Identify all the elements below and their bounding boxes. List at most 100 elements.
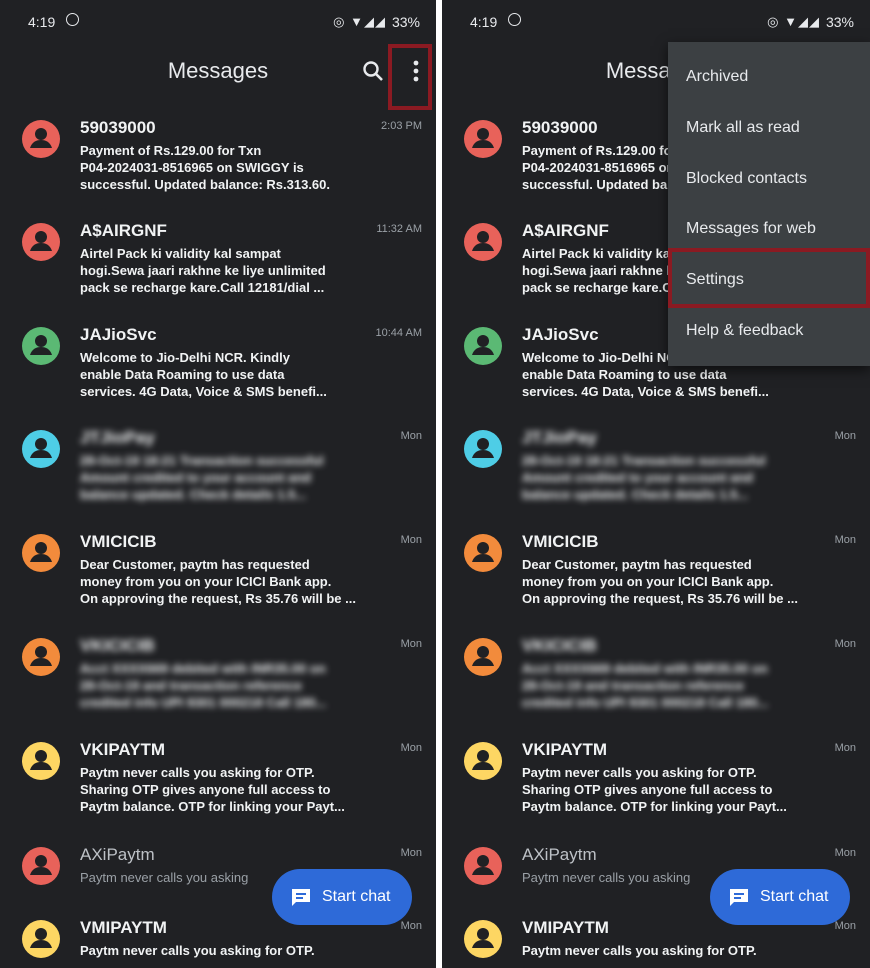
avatar[interactable] bbox=[22, 920, 60, 958]
status-bar: 4:19 ◎ ▼◢◢ 33% bbox=[0, 0, 436, 40]
message-preview: 28-Oct-19 18:21 Transaction successful A… bbox=[80, 453, 324, 502]
menu-item-messages-for-web[interactable]: Messages for web bbox=[668, 204, 870, 254]
avatar[interactable] bbox=[464, 638, 502, 676]
signal-icons: ◎ ▼◢◢ bbox=[333, 14, 386, 29]
person-icon bbox=[472, 646, 494, 666]
avatar[interactable] bbox=[22, 223, 60, 261]
message-time: Mon bbox=[400, 430, 422, 442]
sender-name: VKICICIB bbox=[80, 636, 155, 655]
message-time: Mon bbox=[834, 638, 856, 650]
avatar[interactable] bbox=[464, 847, 502, 885]
start-chat-button[interactable]: Start chat bbox=[710, 869, 850, 925]
conversation-row[interactable]: JAJioSvc 10:44 AM Welcome to Jio-Delhi NCR… bbox=[0, 315, 436, 415]
message-preview: 28-Oct-19 18:21 Transaction successful A… bbox=[522, 453, 766, 502]
message-preview: Airtel Pack ki validity kal sampat hogi.… bbox=[80, 246, 326, 295]
sender-name: VMICICIB bbox=[80, 532, 157, 551]
message-preview: Paytm never calls you asking for OTP. bbox=[522, 943, 757, 958]
avatar[interactable] bbox=[22, 534, 60, 572]
menu-item-archived[interactable]: Archived bbox=[668, 52, 870, 102]
status-time: 4:19 bbox=[28, 14, 56, 30]
person-icon bbox=[472, 128, 494, 148]
person-icon bbox=[30, 928, 52, 948]
conversation-row[interactable]: JTJioPay Mon 28-Oct-19 18:21 Transaction s… bbox=[442, 418, 870, 518]
person-icon bbox=[472, 231, 494, 251]
sender-name: JAJioSvc bbox=[522, 325, 599, 344]
message-time: 10:44 AM bbox=[375, 327, 422, 339]
message-preview: Paytm never calls you asking for OTP. Sh… bbox=[522, 765, 787, 814]
avatar[interactable] bbox=[22, 327, 60, 365]
message-time: Mon bbox=[400, 638, 422, 650]
person-icon bbox=[30, 231, 52, 251]
menu-item-help-feedback[interactable]: Help & feedback bbox=[668, 306, 870, 356]
conversation-row[interactable]: JTJioPay Mon 28-Oct-19 18:21 Transaction s… bbox=[0, 418, 436, 518]
sender-name: A$AIRGNF bbox=[522, 221, 609, 240]
message-time: Mon bbox=[400, 847, 422, 859]
sender-name: VMIPAYTM bbox=[80, 918, 167, 937]
avatar[interactable] bbox=[464, 120, 502, 158]
chat-icon bbox=[730, 889, 748, 906]
avatar[interactable] bbox=[464, 223, 502, 261]
sender-name: JTJioPay bbox=[80, 428, 155, 447]
avatar[interactable] bbox=[22, 638, 60, 676]
conversation-row[interactable]: VKICICIB Mon Acct XXXX669 debited with INR… bbox=[442, 626, 870, 726]
sender-name: JAJioSvc bbox=[80, 325, 157, 344]
avatar[interactable] bbox=[22, 847, 60, 885]
menu-item-mark-all-read[interactable]: Mark all as read bbox=[668, 103, 870, 153]
avatar[interactable] bbox=[464, 327, 502, 365]
message-time: Mon bbox=[834, 534, 856, 546]
message-preview: Acct XXXX669 debited with INR35.00 on 28… bbox=[522, 661, 769, 710]
person-icon bbox=[30, 542, 52, 562]
chat-icon bbox=[292, 889, 310, 906]
sender-name: VKIPAYTM bbox=[80, 740, 166, 759]
message-preview: Dear Customer, paytm has requested money… bbox=[80, 557, 356, 606]
message-time: 11:32 AM bbox=[376, 223, 422, 235]
start-chat-button[interactable]: Start chat bbox=[272, 869, 412, 925]
conversation-row[interactable]: A$AIRGNF 11:32 AM Airtel Pack ki validity … bbox=[0, 211, 436, 311]
person-icon bbox=[30, 855, 52, 875]
battery-level: 33% bbox=[391, 14, 420, 30]
conversation-row[interactable]: VMICICIB Mon Dear Customer, paytm has requ… bbox=[0, 522, 436, 622]
person-icon bbox=[30, 438, 52, 458]
conversation-row[interactable]: VKIPAYTM Mon Paytm never calls you asking … bbox=[0, 730, 436, 830]
sender-name: 59039000 bbox=[522, 118, 598, 137]
message-preview: Paytm never calls you asking for OTP. bbox=[80, 943, 315, 958]
conversation-row[interactable]: 59039000 2:03 PM Payment of Rs.129.00 for … bbox=[0, 108, 436, 208]
sender-name: VMIPAYTM bbox=[522, 918, 609, 937]
avatar[interactable] bbox=[22, 430, 60, 468]
person-icon bbox=[472, 750, 494, 770]
status-bar: 4:19 ◎ ▼◢◢ 33% bbox=[442, 0, 870, 40]
message-time: Mon bbox=[400, 534, 422, 546]
avatar[interactable] bbox=[22, 120, 60, 158]
start-chat-label: Start chat bbox=[760, 888, 829, 905]
message-preview: Payment of Rs.129.00 for Txn P04-2024031… bbox=[80, 143, 330, 192]
message-time: Mon bbox=[834, 847, 856, 859]
sender-name: AXiPaytm bbox=[522, 845, 597, 864]
conversation-row[interactable]: VMICICIB Mon Dear Customer, paytm has requ… bbox=[442, 522, 870, 622]
conversation-row[interactable]: VKIPAYTM Mon Paytm never calls you asking … bbox=[442, 730, 870, 830]
message-time: Mon bbox=[834, 920, 856, 932]
person-icon bbox=[472, 438, 494, 458]
avatar[interactable] bbox=[22, 742, 60, 780]
message-preview: Dear Customer, paytm has requested money… bbox=[522, 557, 798, 606]
sender-name: 59039000 bbox=[80, 118, 156, 137]
avatar[interactable] bbox=[464, 742, 502, 780]
sender-name: VMICICIB bbox=[522, 532, 599, 551]
avatar[interactable] bbox=[464, 534, 502, 572]
messages-screen-left: 4:19 ◎ ▼◢◢ 33% Messages 59039000 2:03 PM P… bbox=[0, 0, 436, 968]
message-time: 2:03 PM bbox=[381, 120, 422, 132]
conversation-row[interactable]: VKICICIB Mon Acct XXXX669 debited with INR… bbox=[0, 626, 436, 726]
message-preview: Acct XXXX669 debited with INR35.00 on 28… bbox=[80, 661, 327, 710]
avatar[interactable] bbox=[464, 920, 502, 958]
avatar[interactable] bbox=[464, 430, 502, 468]
menu-item-blocked-contacts[interactable]: Blocked contacts bbox=[668, 154, 870, 204]
message-preview: Paytm never calls you asking for OTP. Sh… bbox=[80, 765, 345, 814]
more-button-highlight bbox=[388, 44, 432, 110]
message-time: Mon bbox=[834, 742, 856, 754]
start-chat-label: Start chat bbox=[322, 888, 391, 905]
person-icon bbox=[472, 542, 494, 562]
person-icon bbox=[30, 335, 52, 355]
message-time: Mon bbox=[834, 430, 856, 442]
search-icon[interactable] bbox=[362, 60, 384, 82]
sender-name: AXiPaytm bbox=[80, 845, 155, 864]
sim-icon bbox=[508, 13, 521, 26]
